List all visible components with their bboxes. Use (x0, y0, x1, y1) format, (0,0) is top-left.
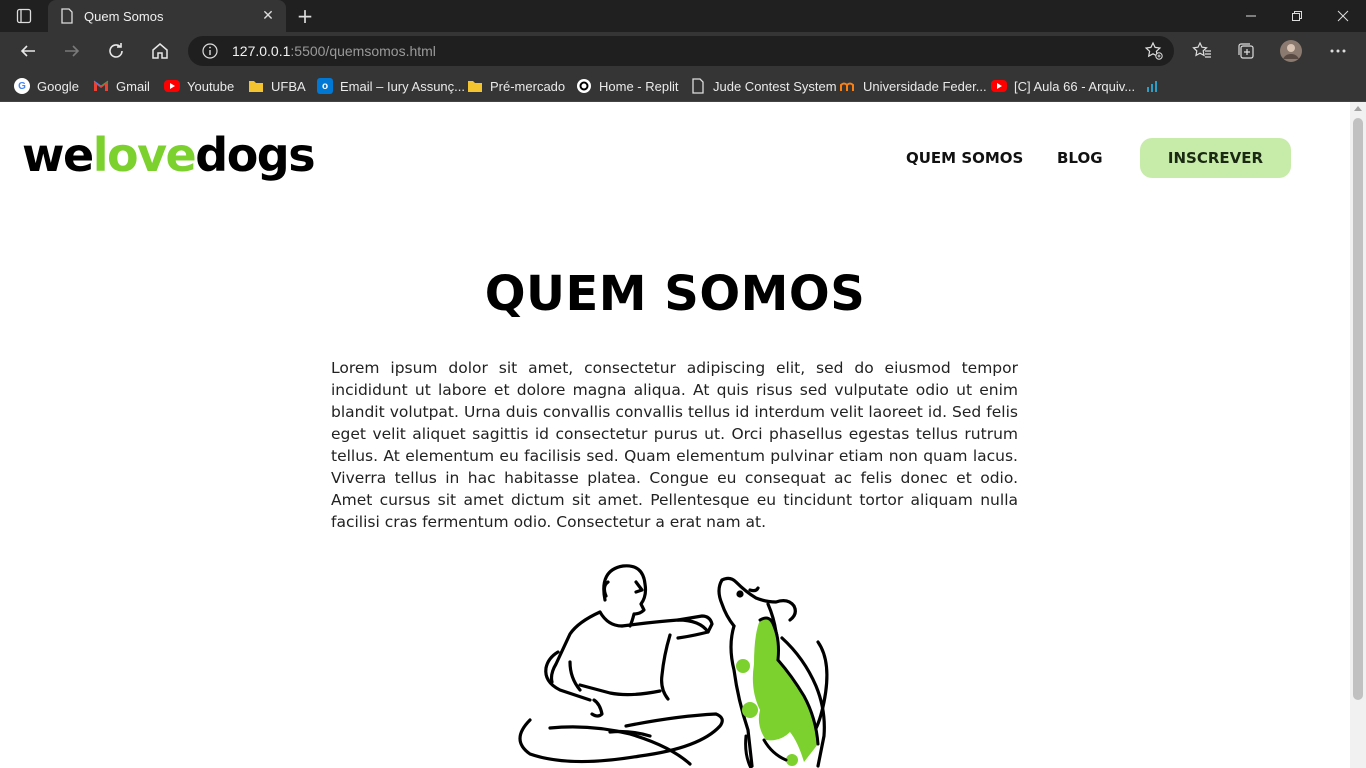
new-tab-icon[interactable]: + (294, 5, 316, 27)
bookmark-label: Youtube (187, 78, 235, 94)
bookmark-youtube[interactable]: Youtube (164, 76, 234, 96)
folder-icon (467, 78, 483, 94)
replit-icon (576, 78, 592, 94)
bookmark-label: Google (37, 78, 79, 94)
bookmark-label: [C] Aula 66 - Arquiv... (1014, 78, 1136, 94)
bookmark-email[interactable]: o Email – Iury Assunç... (317, 76, 465, 96)
google-icon: G (14, 78, 30, 94)
page-title: QUEM SOMOS (484, 266, 866, 322)
bookmark-google[interactable]: G Google (14, 76, 79, 96)
favorites-icon[interactable] (1190, 39, 1214, 63)
minimize-icon[interactable] (1228, 0, 1274, 32)
scroll-up-icon[interactable] (1354, 106, 1362, 111)
youtube-icon (164, 80, 180, 92)
close-tab-icon[interactable]: ✕ (260, 8, 276, 24)
title-bar: Quem Somos ✕ + (0, 0, 1366, 32)
web-page: welovedogs QUEM SOMOS BLOG INSCREVER QUE… (0, 102, 1350, 768)
navigation-bar: 127.0.0.1:5500/quemsomos.html (0, 32, 1366, 70)
close-window-icon[interactable] (1320, 0, 1366, 32)
about-paragraph: Lorem ipsum dolor sit amet, consectetur … (331, 359, 1018, 531)
bookmark-label: Jude Contest System (713, 78, 837, 94)
logo-we: we (22, 128, 94, 182)
home-icon[interactable] (148, 39, 172, 63)
bookmark-label: Gmail (116, 78, 150, 94)
profile-avatar[interactable] (1279, 39, 1303, 63)
active-tab[interactable]: Quem Somos ✕ (48, 0, 286, 32)
bookmark-aula[interactable]: [C] Aula 66 - Arquiv... (991, 76, 1135, 96)
page-icon (690, 78, 706, 94)
collections-icon[interactable] (1234, 39, 1258, 63)
bookmark-analytics[interactable] (1145, 76, 1168, 96)
bookmark-label: Email – Iury Assunç... (340, 78, 465, 94)
man-and-dog-illustration (518, 564, 829, 768)
restore-icon[interactable] (1274, 0, 1320, 32)
forward-icon[interactable] (60, 39, 84, 63)
bookmark-universidade[interactable]: Universidade Feder... (840, 76, 987, 96)
address-bar[interactable]: 127.0.0.1:5500/quemsomos.html (188, 36, 1174, 66)
scrollbar-thumb[interactable] (1353, 118, 1363, 700)
more-options-icon[interactable] (1326, 39, 1350, 63)
bookmark-jude[interactable]: Jude Contest System (690, 76, 837, 96)
subscribe-button[interactable]: INSCREVER (1140, 138, 1291, 178)
nav-link-blog[interactable]: BLOG (1057, 138, 1103, 178)
bookmark-ufba[interactable]: UFBA (248, 76, 306, 96)
bookmarks-bar: G Google Gmail Youtube UFBA o Email – Iu… (0, 70, 1366, 102)
nav-link-quem-somos[interactable]: QUEM SOMOS (906, 138, 1023, 178)
bookmark-gmail[interactable]: Gmail (93, 76, 150, 96)
page-scrollbar[interactable] (1350, 102, 1366, 768)
tab-actions-icon[interactable] (10, 6, 38, 26)
browser-chrome: Quem Somos ✕ + 127.0.0.1:5500/quemsomos.… (0, 0, 1366, 102)
bookmark-label: Home - Replit (599, 78, 679, 94)
logo-love: love (92, 128, 197, 182)
logo-dogs: dogs (195, 128, 315, 182)
site-logo[interactable]: welovedogs (22, 128, 316, 182)
bookmark-label: Universidade Feder... (863, 78, 987, 94)
refresh-icon[interactable] (104, 39, 128, 63)
youtube-icon (991, 80, 1007, 92)
site-info-icon[interactable] (202, 43, 218, 59)
folder-icon (248, 78, 264, 94)
bookmark-label: UFBA (271, 78, 306, 94)
url-text: 127.0.0.1:5500/quemsomos.html (232, 43, 436, 59)
bookmark-replit[interactable]: Home - Replit (576, 76, 678, 96)
bookmark-label: Pré-mercado (490, 78, 566, 94)
outlook-icon: o (317, 78, 333, 94)
tab-title: Quem Somos (84, 8, 164, 24)
moodle-icon (840, 78, 856, 94)
page-icon (60, 8, 74, 24)
bookmark-pre-mercado[interactable]: Pré-mercado (467, 76, 565, 96)
bar-chart-icon (1145, 78, 1161, 94)
gmail-icon (93, 78, 109, 94)
add-favorite-icon[interactable] (1144, 41, 1164, 61)
back-icon[interactable] (16, 39, 40, 63)
